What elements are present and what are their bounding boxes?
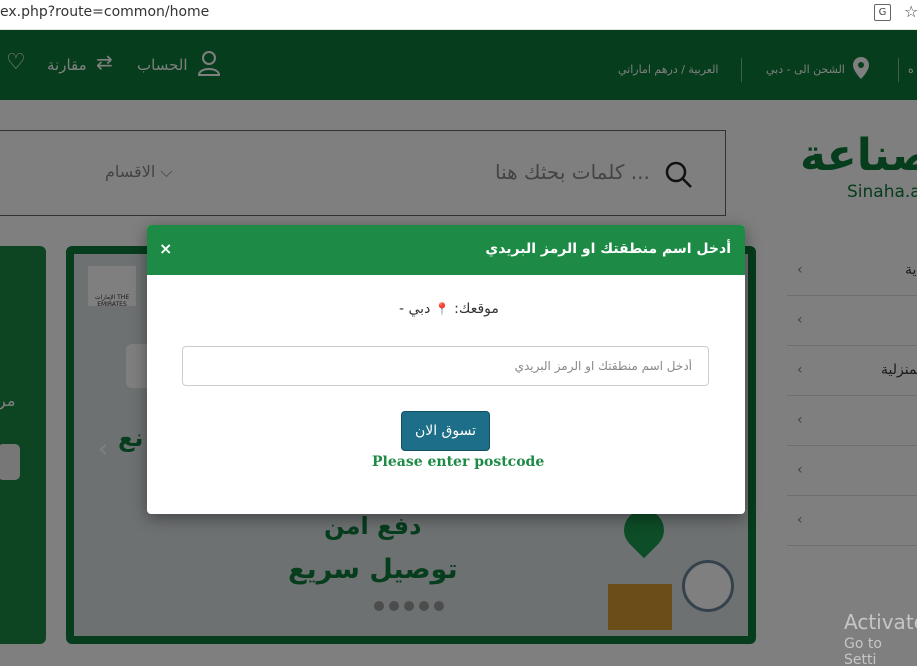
activate-windows-subtext: Go to Setti: [844, 636, 882, 666]
location-value: دبي -: [399, 301, 431, 317]
postcode-error-message: Please enter postcode: [372, 454, 545, 470]
activate-windows-watermark: Activate: [844, 610, 917, 634]
modal-title: أدخل اسم منطقتك او الرمز البريدي: [485, 241, 731, 257]
current-location: موقعك: 📍 دبي -: [399, 301, 499, 317]
map-pin-icon: 📍: [434, 302, 450, 316]
star-icon[interactable]: ☆: [904, 2, 917, 21]
browser-address-bar: ex.php?route=common/home G ☆: [0, 0, 917, 30]
close-icon[interactable]: ×: [159, 239, 172, 258]
translate-icon[interactable]: G: [874, 4, 891, 21]
url-text[interactable]: ex.php?route=common/home: [0, 4, 209, 20]
postcode-modal: × أدخل اسم منطقتك او الرمز البريدي موقعك…: [147, 225, 745, 514]
postcode-input[interactable]: [182, 346, 709, 386]
shop-now-button[interactable]: تسوق الان: [401, 411, 490, 451]
modal-header: × أدخل اسم منطقتك او الرمز البريدي: [147, 225, 745, 275]
location-label: موقعك:: [454, 301, 499, 317]
